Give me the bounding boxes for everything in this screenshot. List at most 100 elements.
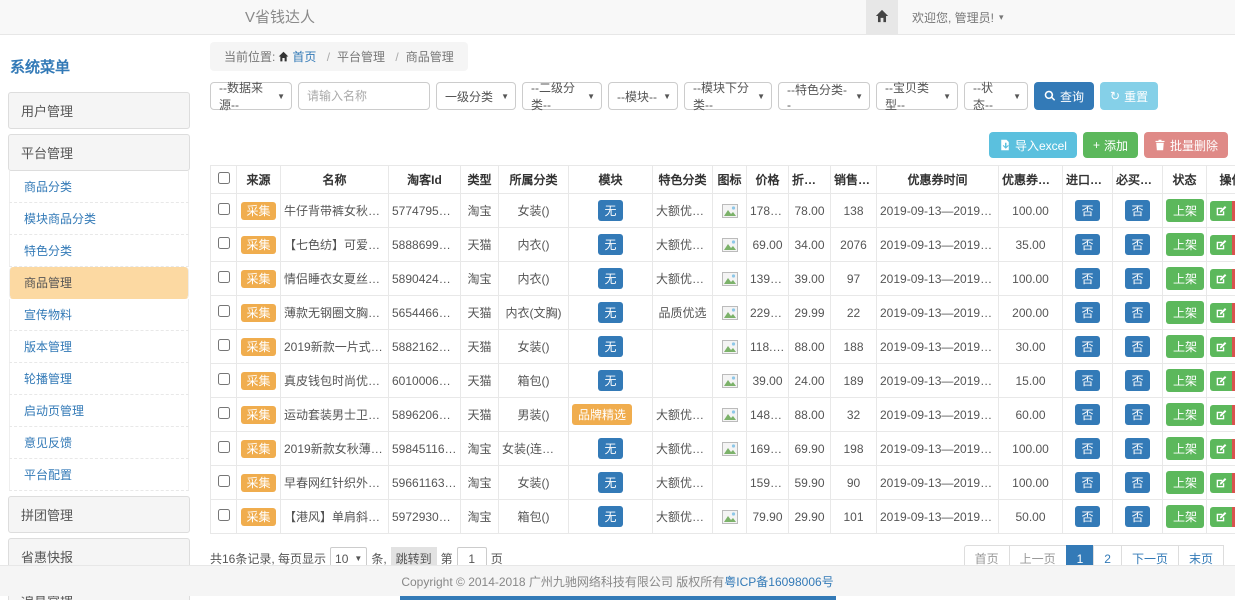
sidebar-item[interactable]: 平台配置 (9, 459, 189, 491)
sidebar-item[interactable]: 商品分类 (9, 171, 189, 203)
discount-price: 59.90 (789, 466, 831, 500)
batch-delete-button[interactable]: 批量删除 (1144, 132, 1228, 158)
edit-button[interactable] (1210, 235, 1232, 255)
status-button[interactable]: 上架 (1166, 335, 1204, 358)
home-button[interactable] (866, 0, 898, 35)
user-menu[interactable]: 欢迎您, 管理员! ▾ (898, 0, 1004, 35)
import-select-toggle[interactable]: 否 (1075, 404, 1099, 425)
module-badge[interactable]: 无 (598, 302, 622, 323)
edit-button[interactable] (1210, 507, 1232, 527)
import-select-toggle[interactable]: 否 (1075, 438, 1099, 459)
must-buy-toggle[interactable]: 否 (1125, 370, 1149, 391)
filter-select[interactable]: --特色分类-- ▼ (778, 82, 870, 110)
status-button[interactable]: 上架 (1166, 505, 1204, 528)
import-select-toggle[interactable]: 否 (1075, 268, 1099, 289)
select-all-cell (211, 166, 237, 194)
import-select-toggle[interactable]: 否 (1075, 370, 1099, 391)
filter-select[interactable]: --状态-- ▼ (964, 82, 1028, 110)
sidebar-item[interactable]: 版本管理 (9, 331, 189, 363)
edit-button[interactable] (1210, 439, 1232, 459)
row-checkbox[interactable] (218, 203, 230, 215)
must-buy-toggle[interactable]: 否 (1125, 200, 1149, 221)
row-checkbox[interactable] (218, 373, 230, 385)
status-button[interactable]: 上架 (1166, 301, 1204, 324)
filter-select[interactable]: --模块下分类-- ▼ (684, 82, 772, 110)
row-checkbox[interactable] (218, 407, 230, 419)
sidebar-item[interactable]: 意见反馈 (9, 427, 189, 459)
module-badge[interactable]: 品牌精选 (572, 404, 632, 425)
must-buy-toggle[interactable]: 否 (1125, 268, 1149, 289)
sidebar-item[interactable]: 模块商品分类 (9, 203, 189, 235)
import-select-toggle[interactable]: 否 (1075, 336, 1099, 357)
must-buy-toggle[interactable]: 否 (1125, 506, 1149, 527)
edit-button[interactable] (1210, 405, 1232, 425)
row-checkbox[interactable] (218, 237, 230, 249)
module-badge[interactable]: 无 (598, 438, 622, 459)
must-buy-toggle[interactable]: 否 (1125, 336, 1149, 357)
module-badge[interactable]: 无 (598, 234, 622, 255)
module-badge[interactable]: 无 (598, 336, 622, 357)
module-badge[interactable]: 无 (598, 268, 622, 289)
sidebar-item[interactable]: 平台管理 (8, 134, 190, 171)
edit-icon (1216, 443, 1227, 454)
edit-button[interactable] (1210, 303, 1232, 323)
must-buy-toggle[interactable]: 否 (1125, 472, 1149, 493)
reset-button[interactable]: ↻ 重置 (1100, 82, 1158, 110)
sidebar-item[interactable]: 商品管理 (9, 267, 189, 299)
edit-button[interactable] (1210, 473, 1232, 493)
edit-button[interactable] (1210, 201, 1232, 221)
import-select-toggle[interactable]: 否 (1075, 506, 1099, 527)
module-badge[interactable]: 无 (598, 506, 622, 527)
import-select-toggle[interactable]: 否 (1075, 302, 1099, 323)
select-all-checkbox[interactable] (218, 172, 230, 184)
breadcrumb-separator: / (395, 50, 398, 64)
chevron-down-icon: ▼ (855, 92, 863, 101)
import-select-toggle[interactable]: 否 (1075, 200, 1099, 221)
sidebar-item[interactable]: 宣传物料 (9, 299, 189, 331)
row-checkbox[interactable] (218, 441, 230, 453)
status-button[interactable]: 上架 (1166, 267, 1204, 290)
icp-link[interactable]: 粤ICP备16098006号 (724, 573, 833, 590)
edit-button[interactable] (1210, 269, 1232, 289)
filter-select[interactable]: --宝贝类型-- ▼ (876, 82, 958, 110)
add-button[interactable]: + 添加 (1083, 132, 1138, 158)
import-select-toggle[interactable]: 否 (1075, 472, 1099, 493)
filter-select[interactable]: --二级分类-- ▼ (522, 82, 602, 110)
sidebar-item[interactable]: 轮播管理 (9, 363, 189, 395)
status-button[interactable]: 上架 (1166, 199, 1204, 222)
chevron-down-icon: ▼ (277, 92, 285, 101)
breadcrumb-home-link[interactable]: 首页 (292, 50, 316, 64)
row-checkbox[interactable] (218, 271, 230, 283)
must-buy-toggle[interactable]: 否 (1125, 404, 1149, 425)
module-badge[interactable]: 无 (598, 200, 622, 221)
row-checkbox[interactable] (218, 509, 230, 521)
import-select-toggle[interactable]: 否 (1075, 234, 1099, 255)
import-excel-button[interactable]: 导入excel (989, 132, 1077, 158)
query-button[interactable]: 查询 (1034, 82, 1094, 110)
sidebar-item[interactable]: 启动页管理 (9, 395, 189, 427)
status-button[interactable]: 上架 (1166, 471, 1204, 494)
edit-button[interactable] (1210, 371, 1232, 391)
status-button[interactable]: 上架 (1166, 233, 1204, 256)
row-checkbox[interactable] (218, 339, 230, 351)
must-buy-toggle[interactable]: 否 (1125, 234, 1149, 255)
module-badge[interactable]: 无 (598, 472, 622, 493)
filter-select[interactable]: --模块-- ▼ (608, 82, 678, 110)
row-checkbox[interactable] (218, 475, 230, 487)
sidebar-item[interactable]: 特色分类 (9, 235, 189, 267)
row-checkbox[interactable] (218, 305, 230, 317)
status-button[interactable]: 上架 (1166, 403, 1204, 426)
filter-select[interactable]: 一级分类 ▼ (436, 82, 516, 110)
edit-button[interactable] (1210, 337, 1232, 357)
filter-select-source[interactable]: --数据来源-- ▼ (210, 82, 292, 110)
sidebar-item[interactable]: 用户管理 (8, 92, 190, 129)
status-button[interactable]: 上架 (1166, 369, 1204, 392)
must-buy-toggle[interactable]: 否 (1125, 302, 1149, 323)
must-buy-toggle[interactable]: 否 (1125, 438, 1149, 459)
status-button[interactable]: 上架 (1166, 437, 1204, 460)
product-category: 女装() (499, 466, 569, 500)
sidebar-item[interactable]: 拼团管理 (8, 496, 190, 533)
module-badge[interactable]: 无 (598, 370, 622, 391)
breadcrumb-prefix: 当前位置: (224, 50, 275, 64)
name-search-input[interactable] (298, 82, 430, 110)
